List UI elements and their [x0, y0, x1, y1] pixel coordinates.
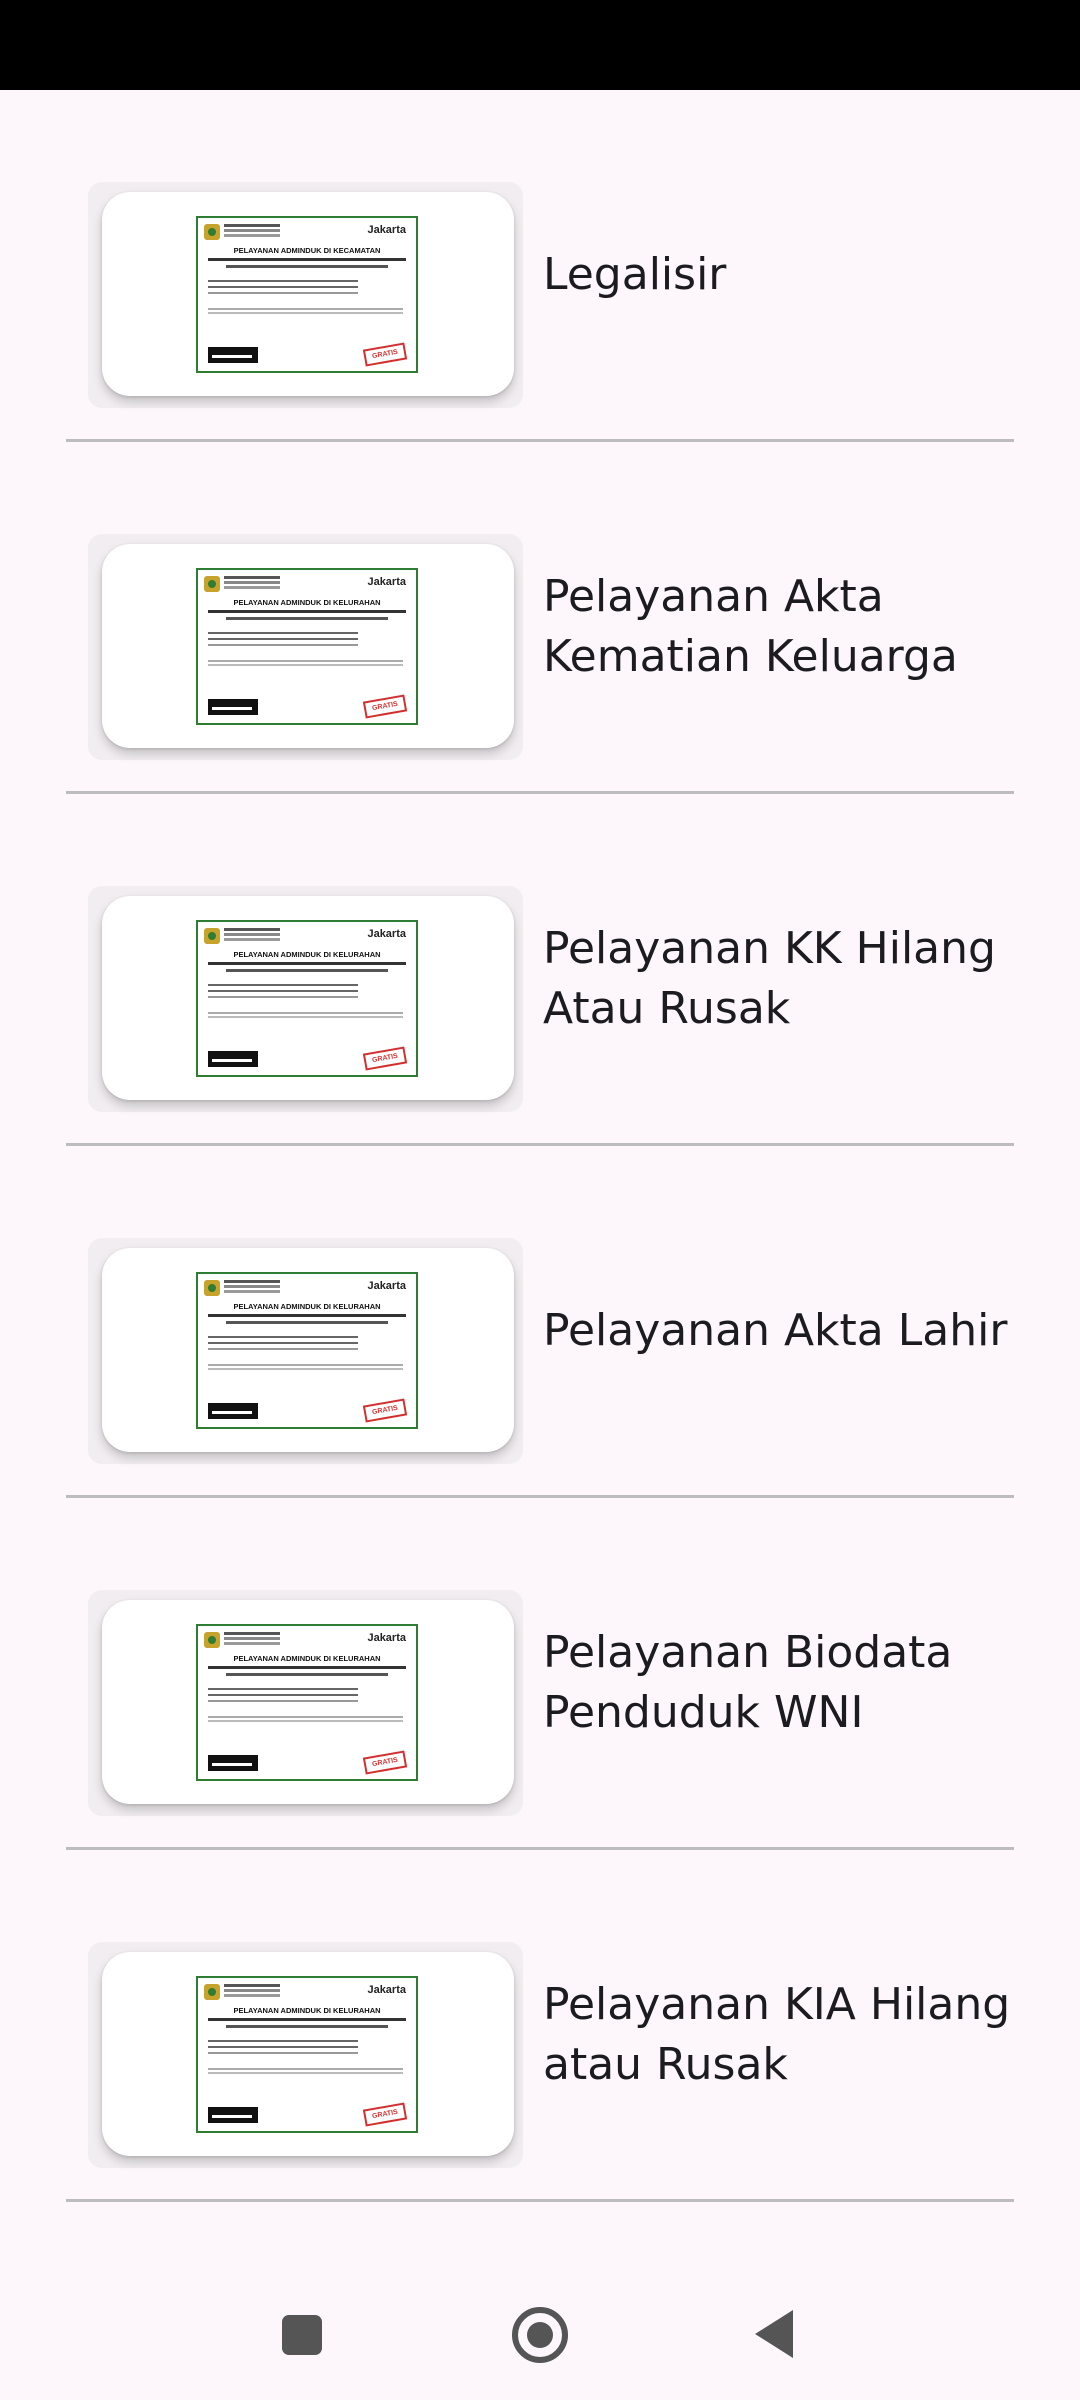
home-circle-icon[interactable]: [512, 2307, 568, 2363]
poster-subtitle: [208, 258, 406, 261]
service-thumbnail[interactable]: Jakarta PELAYANAN ADMINDUK DI KELURAHAN …: [102, 1952, 514, 2156]
poster-contact: [208, 699, 258, 715]
gratis-stamp: GRATIS: [362, 2102, 408, 2127]
list-item[interactable]: Jakarta PELAYANAN ADMINDUK DI KELURAHAN …: [0, 1146, 1080, 1498]
poster-contact: [208, 2107, 258, 2123]
service-thumbnail[interactable]: Jakarta PELAYANAN ADMINDUK DI KELURAHAN …: [102, 1248, 514, 1452]
poster-requirements: [208, 632, 358, 634]
dki-emblem-icon: [204, 1280, 220, 1296]
service-label-text: Pelayanan Biodata Penduduk WNI: [543, 1626, 953, 1738]
poster-subtitle: [208, 1666, 406, 1669]
poster-title: PELAYANAN ADMINDUK DI KELURAHAN: [233, 950, 381, 959]
poster-contact: [208, 1051, 258, 1067]
list-item[interactable]: Jakarta PELAYANAN ADMINDUK DI KELURAHAN …: [0, 1850, 1080, 2202]
service-thumbnail[interactable]: Jakarta PELAYANAN ADMINDUK DI KECAMATAN …: [102, 192, 514, 396]
gratis-stamp: GRATIS: [362, 694, 408, 719]
service-poster: Jakarta PELAYANAN ADMINDUK DI KELURAHAN …: [196, 920, 418, 1077]
service-thumbnail[interactable]: Jakarta PELAYANAN ADMINDUK DI KELURAHAN …: [102, 1600, 514, 1804]
poster-requirements: [208, 1688, 358, 1690]
dki-emblem-icon: [204, 1632, 220, 1648]
service-label-text: Pelayanan KK Hilang Atau Rusak: [543, 922, 996, 1034]
dki-emblem-icon: [204, 1984, 220, 2000]
poster-title: PELAYANAN ADMINDUK DI KELURAHAN: [233, 598, 381, 607]
poster-subtitle: [208, 1314, 406, 1317]
list-item[interactable]: Jakarta PELAYANAN ADMINDUK DI KECAMATAN …: [0, 90, 1080, 442]
poster-header-text: [224, 1280, 280, 1283]
service-list: Jakarta PELAYANAN ADMINDUK DI KECAMATAN …: [0, 90, 1080, 2202]
system-navigation-bar: [0, 2270, 1080, 2400]
poster-subtitle-2: [226, 969, 388, 972]
poster-subtitle-2: [226, 617, 388, 620]
poster-header-text: [224, 928, 280, 931]
poster-requirements: [208, 280, 358, 282]
poster-subtitle: [208, 962, 406, 965]
dki-emblem-icon: [204, 928, 220, 944]
poster-title: PELAYANAN ADMINDUK DI KELURAHAN: [233, 1654, 381, 1663]
poster-subtitle-2: [226, 2025, 388, 2028]
service-poster: Jakarta PELAYANAN ADMINDUK DI KELURAHAN …: [196, 1272, 418, 1429]
service-label[interactable]: Pelayanan Biodata Penduduk WNI: [543, 1498, 1013, 1847]
gratis-stamp: GRATIS: [362, 1750, 408, 1775]
jakarta-logo: Jakarta: [367, 224, 406, 236]
gratis-stamp: GRATIS: [362, 1046, 408, 1071]
poster-notes: [208, 2068, 403, 2070]
poster-subtitle: [208, 610, 406, 613]
poster-notes: [208, 660, 403, 662]
poster-notes: [208, 1716, 403, 1718]
poster-title: PELAYANAN ADMINDUK DI KELURAHAN: [233, 1302, 381, 1311]
jakarta-logo: Jakarta: [367, 1280, 406, 1292]
service-label[interactable]: Legalisir: [543, 90, 1013, 439]
poster-contact: [208, 1403, 258, 1419]
service-poster: Jakarta PELAYANAN ADMINDUK DI KECAMATAN …: [196, 216, 418, 373]
list-item[interactable]: Jakarta PELAYANAN ADMINDUK DI KELURAHAN …: [0, 1498, 1080, 1850]
poster-requirements: [208, 1336, 358, 1338]
service-label[interactable]: Pelayanan Akta Lahir: [543, 1146, 1013, 1495]
poster-header-text: [224, 1632, 280, 1635]
poster-contact: [208, 1755, 258, 1771]
service-thumbnail[interactable]: Jakarta PELAYANAN ADMINDUK DI KELURAHAN …: [102, 544, 514, 748]
service-label[interactable]: Pelayanan KK Hilang Atau Rusak: [543, 794, 1013, 1143]
poster-subtitle-2: [226, 1673, 388, 1676]
poster-notes: [208, 1012, 403, 1014]
gratis-stamp: GRATIS: [362, 342, 408, 367]
service-thumbnail[interactable]: Jakarta PELAYANAN ADMINDUK DI KELURAHAN …: [102, 896, 514, 1100]
jakarta-logo: Jakarta: [367, 576, 406, 588]
poster-contact: [208, 347, 258, 363]
back-triangle-icon[interactable]: [755, 2310, 793, 2358]
list-item[interactable]: Jakarta PELAYANAN ADMINDUK DI KELURAHAN …: [0, 794, 1080, 1146]
list-item[interactable]: Jakarta PELAYANAN ADMINDUK DI KELURAHAN …: [0, 442, 1080, 794]
jakarta-logo: Jakarta: [367, 1984, 406, 1996]
service-label[interactable]: Pelayanan Akta Kematian Keluarga: [543, 442, 1013, 791]
jakarta-logo: Jakarta: [367, 928, 406, 940]
jakarta-logo: Jakarta: [367, 1632, 406, 1644]
gratis-stamp: GRATIS: [362, 1398, 408, 1423]
service-poster: Jakarta PELAYANAN ADMINDUK DI KELURAHAN …: [196, 1624, 418, 1781]
service-label[interactable]: Pelayanan KIA Hilang atau Rusak: [543, 1850, 1013, 2199]
poster-notes: [208, 308, 403, 310]
service-label-text: Pelayanan Akta Kematian Keluarga: [543, 570, 958, 682]
poster-requirements: [208, 2040, 358, 2042]
service-label-text: Pelayanan Akta Lahir: [543, 1304, 1008, 1356]
status-bar: [0, 0, 1080, 90]
poster-subtitle-2: [226, 1321, 388, 1324]
poster-header-text: [224, 224, 280, 227]
poster-notes: [208, 1364, 403, 1366]
poster-header-text: [224, 1984, 280, 1987]
poster-requirements: [208, 984, 358, 986]
poster-subtitle-2: [226, 265, 388, 268]
poster-title: PELAYANAN ADMINDUK DI KECAMATAN: [233, 246, 381, 255]
recents-square-icon[interactable]: [282, 2315, 322, 2355]
service-label-text: Legalisir: [543, 248, 727, 300]
dki-emblem-icon: [204, 576, 220, 592]
poster-header-text: [224, 576, 280, 579]
service-poster: Jakarta PELAYANAN ADMINDUK DI KELURAHAN …: [196, 1976, 418, 2133]
dki-emblem-icon: [204, 224, 220, 240]
service-poster: Jakarta PELAYANAN ADMINDUK DI KELURAHAN …: [196, 568, 418, 725]
service-label-text: Pelayanan KIA Hilang atau Rusak: [543, 1978, 1011, 2090]
poster-subtitle: [208, 2018, 406, 2021]
divider: [66, 2199, 1014, 2202]
poster-title: PELAYANAN ADMINDUK DI KELURAHAN: [233, 2006, 381, 2015]
